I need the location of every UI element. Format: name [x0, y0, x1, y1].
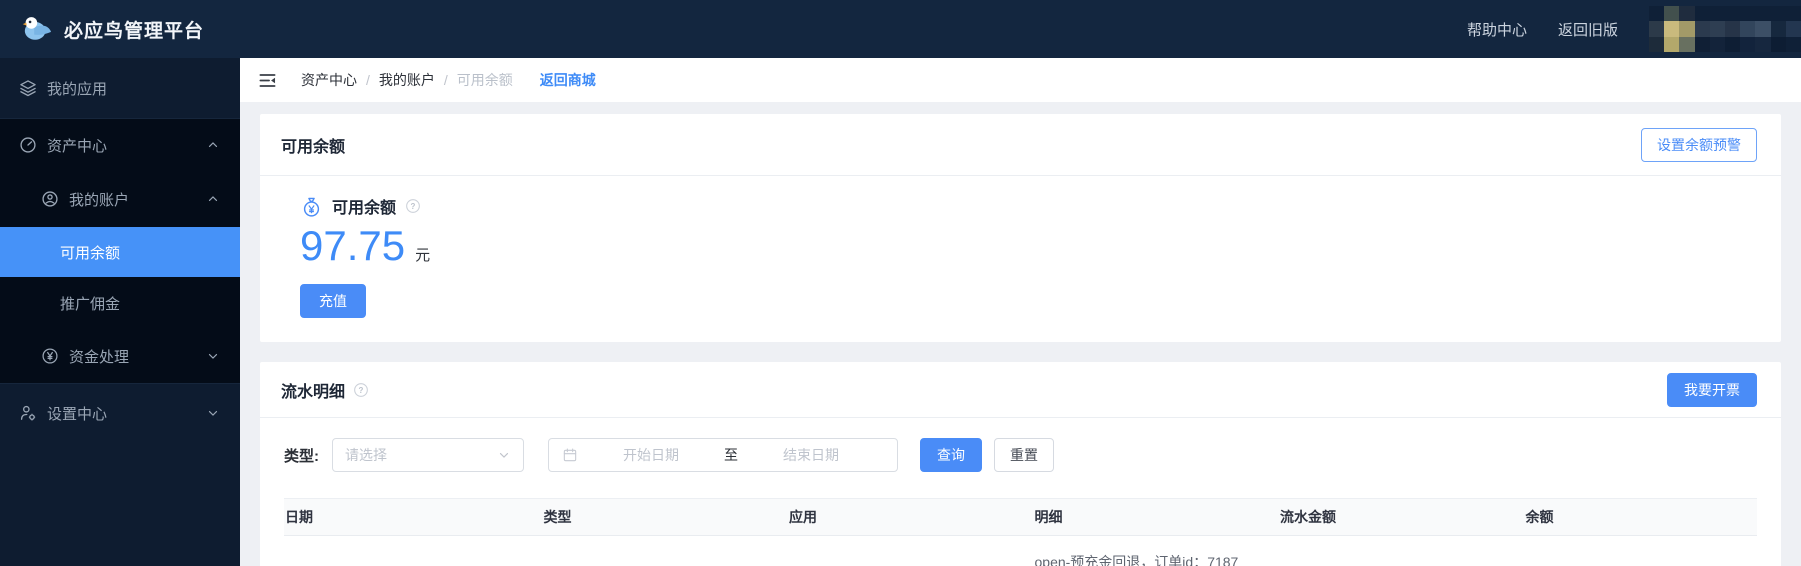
money-bag-icon [300, 195, 323, 218]
filter-row: 类型: 请选择 开始日期 至 结束日期 查询 重置 [284, 438, 1757, 472]
yen-coin-icon [40, 346, 60, 366]
start-date-placeholder: 开始日期 [623, 447, 679, 463]
balance-card-title: 可用余额 [281, 138, 346, 156]
set-balance-alert-button[interactable]: 设置余额预警 [1641, 127, 1757, 162]
calendar-icon [562, 447, 578, 463]
question-circle-icon[interactable]: ? [405, 198, 421, 214]
sidebar-item-label: 资金处理 [69, 348, 130, 366]
date-range-picker[interactable]: 开始日期 至 结束日期 [548, 438, 898, 472]
svg-text:?: ? [411, 202, 416, 211]
main-area: 资产中心 / 我的账户 / 可用余额 返回商城 可用余额 设置余额预警 可用余额… [240, 58, 1801, 566]
col-header-amount: 流水金额 [1280, 509, 1336, 525]
date-range-separator: 至 [724, 447, 738, 463]
chevron-down-icon [206, 406, 220, 420]
cell-app [775, 552, 1021, 566]
back-old-version-link[interactable]: 返回旧版 [1558, 19, 1618, 40]
sidebar-item-available-balance[interactable]: 可用余额 [0, 227, 240, 277]
cell-detail: open-预充金回退，订单id：7187 [1034, 554, 1239, 566]
sidebar-item-label: 资产中心 [47, 137, 108, 155]
end-date-placeholder: 结束日期 [783, 447, 839, 463]
flow-card-title: 流水明细 [281, 383, 346, 401]
cell-type [530, 552, 776, 566]
breadcrumb-asset-center[interactable]: 资产中心 [301, 70, 357, 90]
gauge-icon [18, 135, 38, 155]
cell-amount [1266, 552, 1512, 566]
search-button[interactable]: 查询 [920, 438, 982, 472]
balance-label: 可用余额 [332, 200, 397, 217]
flow-table: 日期 类型 应用 明细 流水金额 余额 open-预充金回退，订单id：7187 [284, 498, 1757, 566]
sidebar-item-label: 我的账户 [69, 191, 130, 209]
flow-detail-card: 流水明细 ? 我要开票 类型: 请选择 开始日期 至 结束日期 查询 重置 日期… [260, 362, 1781, 566]
balance-amount: 97.75 [300, 222, 406, 269]
chevron-up-icon [206, 138, 220, 152]
col-header-date: 日期 [285, 509, 313, 525]
logo-area: 必应鸟管理平台 [22, 14, 204, 44]
recharge-button[interactable]: 充值 [300, 284, 366, 318]
cell-balance [1512, 552, 1758, 566]
sidebar-item-promo-commission[interactable]: 推广佣金 [0, 277, 240, 329]
breadcrumb-my-account[interactable]: 我的账户 [379, 70, 435, 90]
back-to-mall-link[interactable]: 返回商城 [540, 70, 596, 90]
request-invoice-button[interactable]: 我要开票 [1667, 372, 1757, 407]
page-content: 可用余额 设置余额预警 可用余额 ? 97.75 元 充值 流水明细 ? 我要开… [240, 102, 1801, 566]
chevron-up-icon [206, 192, 220, 206]
cell-date [284, 552, 530, 566]
type-select[interactable]: 请选择 [332, 438, 524, 472]
breadcrumb: 资产中心 / 我的账户 / 可用余额 [301, 70, 513, 90]
col-header-balance: 余额 [1525, 509, 1554, 525]
censored-user-info[interactable] [1649, 6, 1801, 52]
app-title: 必应鸟管理平台 [64, 20, 205, 42]
balance-currency: 元 [415, 247, 431, 264]
sidebar-item-label: 我的应用 [47, 80, 108, 98]
bird-logo-icon [22, 14, 52, 44]
reset-button[interactable]: 重置 [994, 438, 1054, 472]
sidebar-item-label: 可用余额 [60, 244, 121, 262]
sidebar-item-label: 设置中心 [47, 405, 108, 423]
sidebar-item-my-account[interactable]: 我的账户 [0, 171, 240, 227]
sidebar-item-label: 推广佣金 [60, 295, 121, 313]
breadcrumb-separator: / [366, 72, 370, 88]
question-circle-icon[interactable]: ? [353, 382, 369, 398]
user-gear-icon [18, 403, 38, 423]
col-header-detail: 明细 [1034, 509, 1063, 525]
user-circle-icon [40, 189, 60, 209]
breadcrumb-separator: / [443, 72, 448, 88]
type-filter-label: 类型: [284, 447, 319, 465]
sidebar-item-my-apps[interactable]: 我的应用 [0, 64, 240, 112]
col-header-app: 应用 [789, 509, 817, 525]
flow-table-header: 日期 类型 应用 明细 流水金额 余额 [284, 498, 1757, 536]
sidebar-item-fund-processing[interactable]: 资金处理 [0, 329, 240, 383]
chevron-down-icon [206, 349, 220, 363]
col-header-type: 类型 [543, 509, 572, 525]
sidebar: 我的应用 资产中心 我的账户 可用余额 推广佣金 资金处理 设置中心 [0, 58, 240, 566]
help-center-link[interactable]: 帮助中心 [1467, 19, 1527, 40]
top-header: 必应鸟管理平台 帮助中心 返回旧版 [0, 0, 1801, 58]
sidebar-item-asset-center[interactable]: 资产中心 [0, 119, 240, 171]
svg-text:?: ? [359, 385, 364, 394]
menu-fold-icon[interactable] [258, 71, 277, 90]
layers-icon [18, 78, 38, 98]
balance-card: 可用余额 设置余额预警 可用余额 ? 97.75 元 充值 [260, 114, 1781, 342]
breadcrumb-current: 可用余额 [456, 72, 513, 88]
chevron-down-icon [497, 448, 511, 462]
type-select-placeholder: 请选择 [345, 447, 387, 463]
sidebar-item-settings-center[interactable]: 设置中心 [0, 384, 240, 442]
header-right: 帮助中心 返回旧版 [1467, 6, 1801, 52]
breadcrumb-bar: 资产中心 / 我的账户 / 可用余额 返回商城 [240, 58, 1801, 102]
table-row: open-预充金回退，订单id：7187 [284, 536, 1757, 566]
